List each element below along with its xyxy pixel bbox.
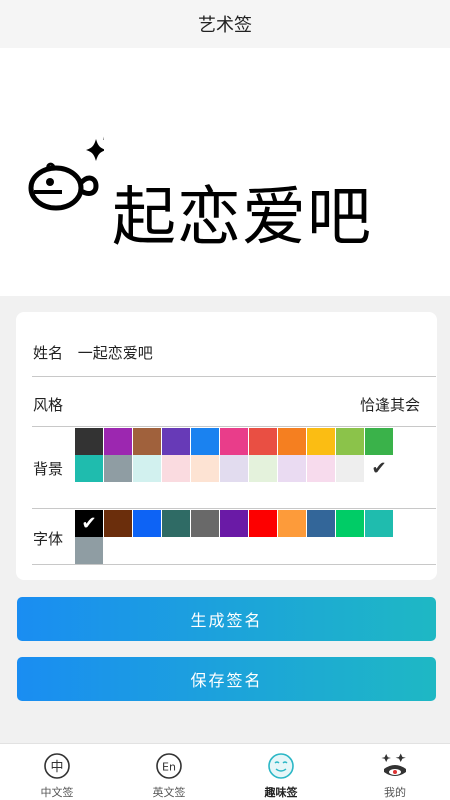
font-color-swatch[interactable] [104,510,132,537]
tab-chinese-signature[interactable]: 中 中文签 [12,744,102,800]
background-color-swatch[interactable]: ✔ [365,455,393,482]
tab-profile[interactable]: 我的 [350,744,440,800]
top-bar: 艺术签 [0,0,450,48]
font-color-swatch[interactable] [307,510,335,537]
tab-english-signature[interactable]: En 英文签 [124,744,214,800]
font-color-swatch[interactable] [133,510,161,537]
font-color-swatch[interactable] [365,510,393,537]
divider [32,564,436,565]
background-color-swatch[interactable] [191,455,219,482]
chinese-char-icon: 中 [44,753,70,779]
name-row[interactable]: 姓名 一起恋爱吧 [33,342,153,363]
background-color-swatch[interactable] [75,428,103,455]
background-color-swatch[interactable] [133,428,161,455]
checkmark-icon: ✔ [81,513,97,534]
signature-text: 起恋爱吧 [112,181,372,255]
background-color-swatch[interactable] [104,428,132,455]
signature-preview: 起恋爱吧 [0,48,450,296]
background-color-swatch[interactable] [365,428,393,455]
divider [32,508,436,509]
background-color-swatch[interactable] [336,428,364,455]
background-color-swatch[interactable] [220,428,248,455]
svg-text:中: 中 [50,760,63,775]
bottom-tab-bar: 中 中文签 En 英文签 趣味签 我的 [0,743,450,800]
background-color-swatch[interactable] [162,428,190,455]
background-color-swatch[interactable] [104,455,132,482]
background-label: 背景 [33,460,64,478]
background-color-swatch[interactable] [278,455,306,482]
smiley-face-icon [268,753,294,779]
name-input[interactable]: 一起恋爱吧 [78,344,153,362]
save-signature-button[interactable]: 保存签名 [17,657,436,701]
settings-card: 姓名 一起恋爱吧 风格 恰逢其会 背景 字体 ✔ ✔ [16,312,437,580]
font-color-swatch[interactable] [336,510,364,537]
font-color-swatch[interactable] [249,510,277,537]
whale-mascot-icon [28,136,104,211]
page-title: 艺术签 [198,15,252,36]
font-color-swatch[interactable]: ✔ [75,510,103,537]
name-label: 姓名 [33,344,64,362]
background-color-swatch[interactable] [336,455,364,482]
background-color-swatch[interactable] [249,455,277,482]
tab-fun-signature[interactable]: 趣味签 [236,744,326,800]
background-color-swatch[interactable] [278,428,306,455]
tab-label: 趣味签 [264,786,298,799]
font-color-swatch[interactable] [191,510,219,537]
font-label: 字体 [33,530,64,548]
profile-mascot-icon [381,753,406,776]
font-color-swatch[interactable] [220,510,248,537]
divider [32,426,436,427]
background-color-swatch[interactable] [162,455,190,482]
style-selector[interactable]: 恰逢其会 [360,394,420,415]
background-color-swatch[interactable] [307,455,335,482]
background-color-swatch[interactable] [75,455,103,482]
font-color-swatch[interactable] [278,510,306,537]
generate-signature-button[interactable]: 生成签名 [17,597,436,641]
tab-label: 我的 [384,786,406,799]
background-color-swatch[interactable] [191,428,219,455]
tab-label: 英文签 [152,786,186,799]
svg-text:En: En [162,761,176,774]
divider [32,376,436,377]
checkmark-icon: ✔ [371,458,387,479]
background-color-swatch[interactable] [249,428,277,455]
background-color-swatch[interactable] [307,428,335,455]
background-color-swatch[interactable] [220,455,248,482]
font-color-swatch[interactable] [162,510,190,537]
font-color-swatch[interactable] [75,537,103,564]
english-en-icon: En [156,753,182,779]
tab-label: 中文签 [40,786,74,799]
style-label: 风格 [33,396,64,414]
background-color-swatch[interactable] [133,455,161,482]
